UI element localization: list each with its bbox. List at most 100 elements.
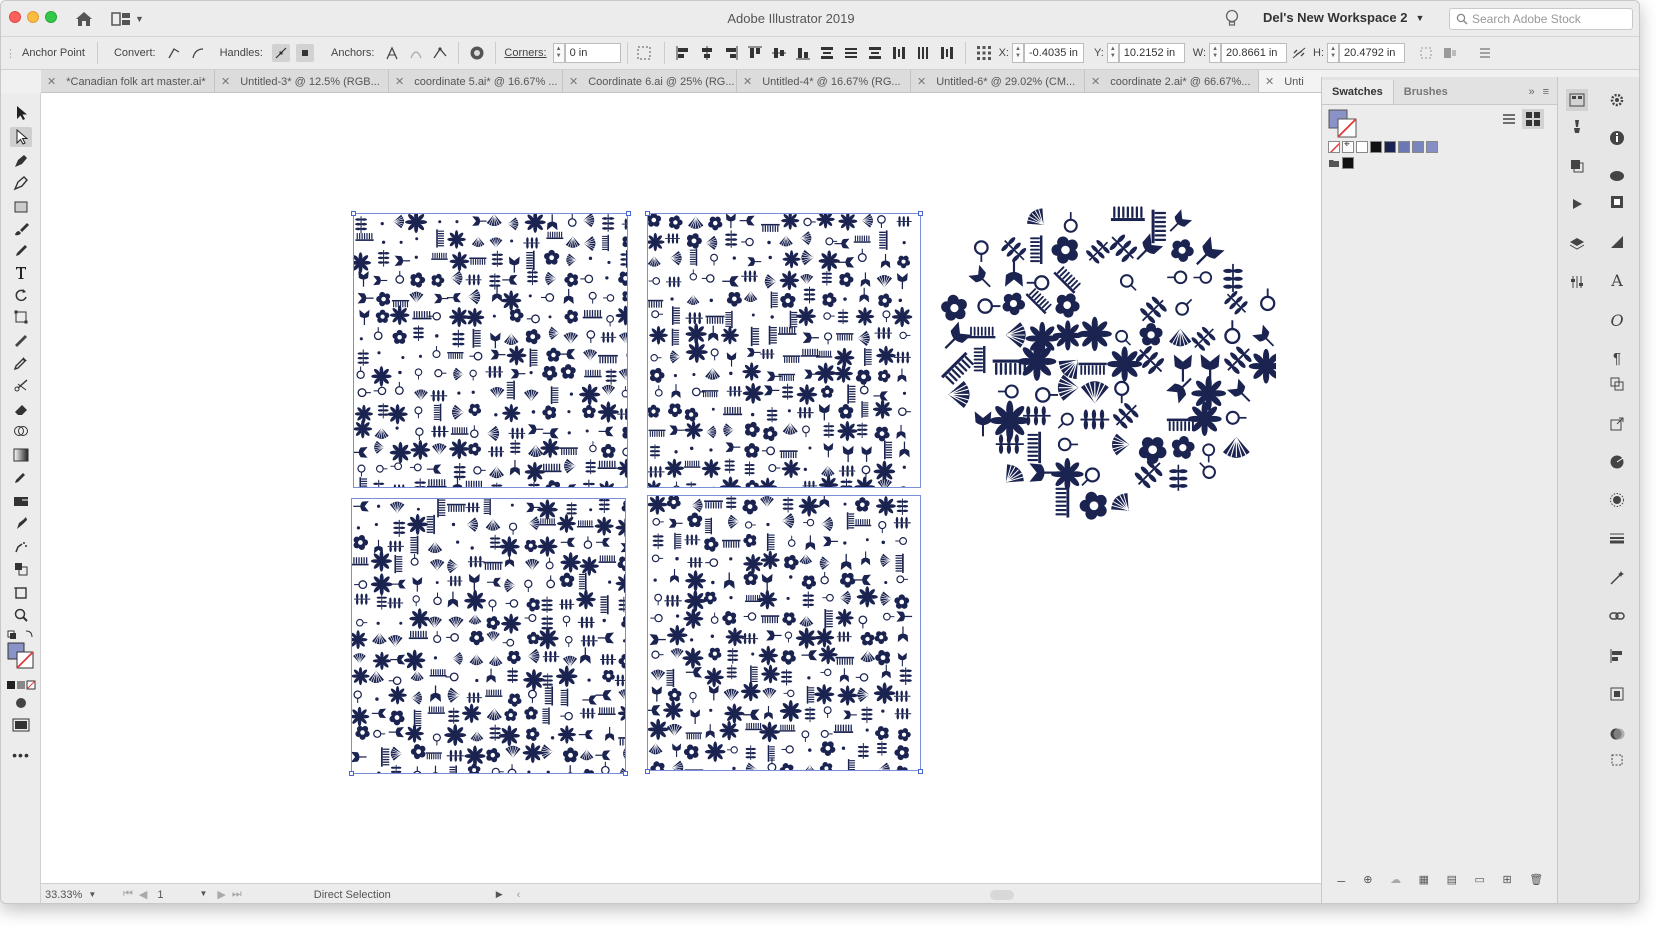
symbol-sprayer-tool-icon[interactable] <box>10 537 32 557</box>
cut-path-icon[interactable] <box>431 44 449 62</box>
eraser-tool-icon[interactable] <box>10 399 32 419</box>
document-canvas[interactable] <box>41 93 1321 883</box>
remove-anchor-icon[interactable] <box>383 44 401 62</box>
next-artboard-icon[interactable]: ▶ <box>217 888 225 901</box>
settings-gear-icon[interactable] <box>1606 89 1628 111</box>
none-swatch[interactable] <box>1328 141 1340 153</box>
direct-selection-tool-icon[interactable] <box>10 127 32 147</box>
tab-document-7[interactable]: ✕ coordinate 2.ai* @ 66.67%... <box>1085 70 1259 92</box>
show-kinds-icon[interactable]: ▦ <box>1419 873 1429 886</box>
anchor-handle[interactable] <box>351 211 356 216</box>
pattern-swatch-3[interactable] <box>1426 141 1438 153</box>
window-close-button[interactable] <box>9 11 21 23</box>
zoom-tool-icon[interactable] <box>10 605 32 625</box>
swatch-libraries-icon[interactable]: 𝍠 <box>1337 870 1346 889</box>
folk-motif-cluster[interactable] <box>936 205 1276 525</box>
sun-icon[interactable] <box>1606 489 1628 511</box>
w-stepper[interactable]: ▲ ▼ <box>1209 43 1222 63</box>
distribute-right-icon[interactable] <box>938 44 956 62</box>
show-handles-icon[interactable] <box>271 44 290 62</box>
reference-point-icon[interactable] <box>975 44 993 62</box>
tab-document-5[interactable]: ✕ Untitled-4* @ 16.67% (RG... <box>737 70 911 92</box>
close-icon[interactable]: ✕ <box>395 75 404 88</box>
align-bottom-icon[interactable] <box>794 44 812 62</box>
eyedropper-icon[interactable] <box>10 467 32 487</box>
anchor-handle[interactable] <box>349 771 354 776</box>
properties-panel-icon[interactable] <box>1566 271 1588 293</box>
align-right-icon[interactable] <box>722 44 740 62</box>
anchor-handle[interactable] <box>645 211 650 216</box>
status-menu-arrow-icon[interactable]: ▶ <box>496 889 503 900</box>
screen-mode-icon[interactable] <box>10 715 32 735</box>
color-guide-icon[interactable] <box>1606 451 1628 473</box>
pen-tool-icon[interactable] <box>10 151 32 171</box>
y-field[interactable]: 10.2152 in <box>1118 43 1185 63</box>
pattern-tile-1[interactable] <box>353 213 628 488</box>
tab-swatches[interactable]: Swatches <box>1322 80 1394 104</box>
close-icon[interactable]: ✕ <box>47 75 56 88</box>
recolor-artwork-icon[interactable] <box>468 44 486 62</box>
curvature-tool-icon[interactable] <box>10 173 32 193</box>
tab-document-1[interactable]: ✕ *Canadian folk art master.ai* <box>41 70 215 92</box>
zoom-select[interactable]: 33.33% ▼ <box>45 886 109 904</box>
corners-field[interactable]: 0 in <box>564 43 621 63</box>
close-icon[interactable]: ✕ <box>1265 75 1274 88</box>
folder-icon[interactable] <box>1328 157 1340 169</box>
window-minimize-button[interactable] <box>27 11 39 23</box>
fill-stroke-indicator[interactable] <box>5 641 37 671</box>
connect-paths-icon[interactable] <box>407 44 425 62</box>
scroll-left-icon[interactable]: ‹ <box>517 889 521 901</box>
search-adobe-stock-input[interactable]: Search Adobe Stock <box>1449 8 1633 30</box>
width-tool-icon[interactable] <box>10 331 32 351</box>
artboards-panel-icon[interactable] <box>1606 683 1628 705</box>
y-stepper[interactable]: ▲ ▼ <box>1106 43 1119 63</box>
distribute-hcenter-icon[interactable] <box>914 44 932 62</box>
anchor-handle[interactable] <box>918 211 923 216</box>
w-field[interactable]: 20.8661 in <box>1221 43 1288 63</box>
cloud-icon[interactable]: ☁ <box>1390 873 1401 886</box>
align-vertical-center-icon[interactable] <box>770 44 788 62</box>
add-to-library-icon[interactable]: ⊕ <box>1363 873 1372 886</box>
rotate-tool-icon[interactable] <box>10 285 32 305</box>
export-icon[interactable] <box>1606 413 1628 435</box>
paintbrush-tool-icon[interactable] <box>10 219 32 239</box>
list-view-icon[interactable] <box>1502 113 1516 125</box>
last-artboard-icon[interactable]: ⏭ <box>232 888 242 901</box>
stroke-panel-icon[interactable] <box>1606 527 1628 549</box>
pattern-tile-2[interactable] <box>647 213 921 488</box>
libraries-icon[interactable] <box>1606 165 1628 187</box>
transform-icon[interactable] <box>1417 44 1435 62</box>
scissors-tool-icon[interactable] <box>10 375 32 395</box>
close-icon[interactable]: ✕ <box>743 75 752 88</box>
shape-builder-tool-icon[interactable] <box>10 421 32 441</box>
more-tools-icon[interactable]: ••• <box>10 745 32 765</box>
hamburger-menu-icon[interactable] <box>1476 44 1494 62</box>
rectangle-tool-icon[interactable] <box>10 197 32 217</box>
fill-stroke-preview[interactable] <box>1328 109 1358 139</box>
anchor-handle[interactable] <box>623 771 628 776</box>
tab-document-3[interactable]: ✕ coordinate 5.ai* @ 16.67% ... <box>389 70 563 92</box>
appearance-icon[interactable] <box>1606 231 1628 253</box>
h-stepper[interactable]: ▲ ▼ <box>1327 43 1340 63</box>
magic-wand-icon[interactable] <box>1606 567 1628 589</box>
anchor-handle[interactable] <box>918 769 923 774</box>
gradient-tool-icon[interactable] <box>10 445 32 465</box>
align-left-icon[interactable] <box>674 44 692 62</box>
puppet-warp-tool-icon[interactable] <box>10 513 32 533</box>
align-horizontal-center-icon[interactable] <box>698 44 716 62</box>
tab-brushes[interactable]: Brushes <box>1394 80 1458 104</box>
pattern-tile-3[interactable] <box>351 498 626 774</box>
links-icon[interactable] <box>1606 605 1628 627</box>
grid-view-icon[interactable] <box>1522 109 1544 129</box>
corners-label[interactable]: Corners: <box>504 47 546 59</box>
swatch-options-icon[interactable]: ▤ <box>1447 873 1457 886</box>
x-stepper[interactable]: ▲ ▼ <box>1012 43 1024 63</box>
color-group-swatch[interactable] <box>1342 157 1354 169</box>
artboard-select[interactable]: 1 ▼ <box>157 889 207 901</box>
previous-artboard-icon[interactable]: ◀ <box>139 888 147 901</box>
play-action-icon[interactable] <box>1566 193 1588 215</box>
character-panel-icon[interactable]: A <box>1606 269 1628 291</box>
graphic-styles-icon[interactable] <box>1606 191 1628 213</box>
transform-panel-icon[interactable] <box>1606 749 1628 771</box>
free-transform-tool-icon[interactable] <box>10 307 32 327</box>
